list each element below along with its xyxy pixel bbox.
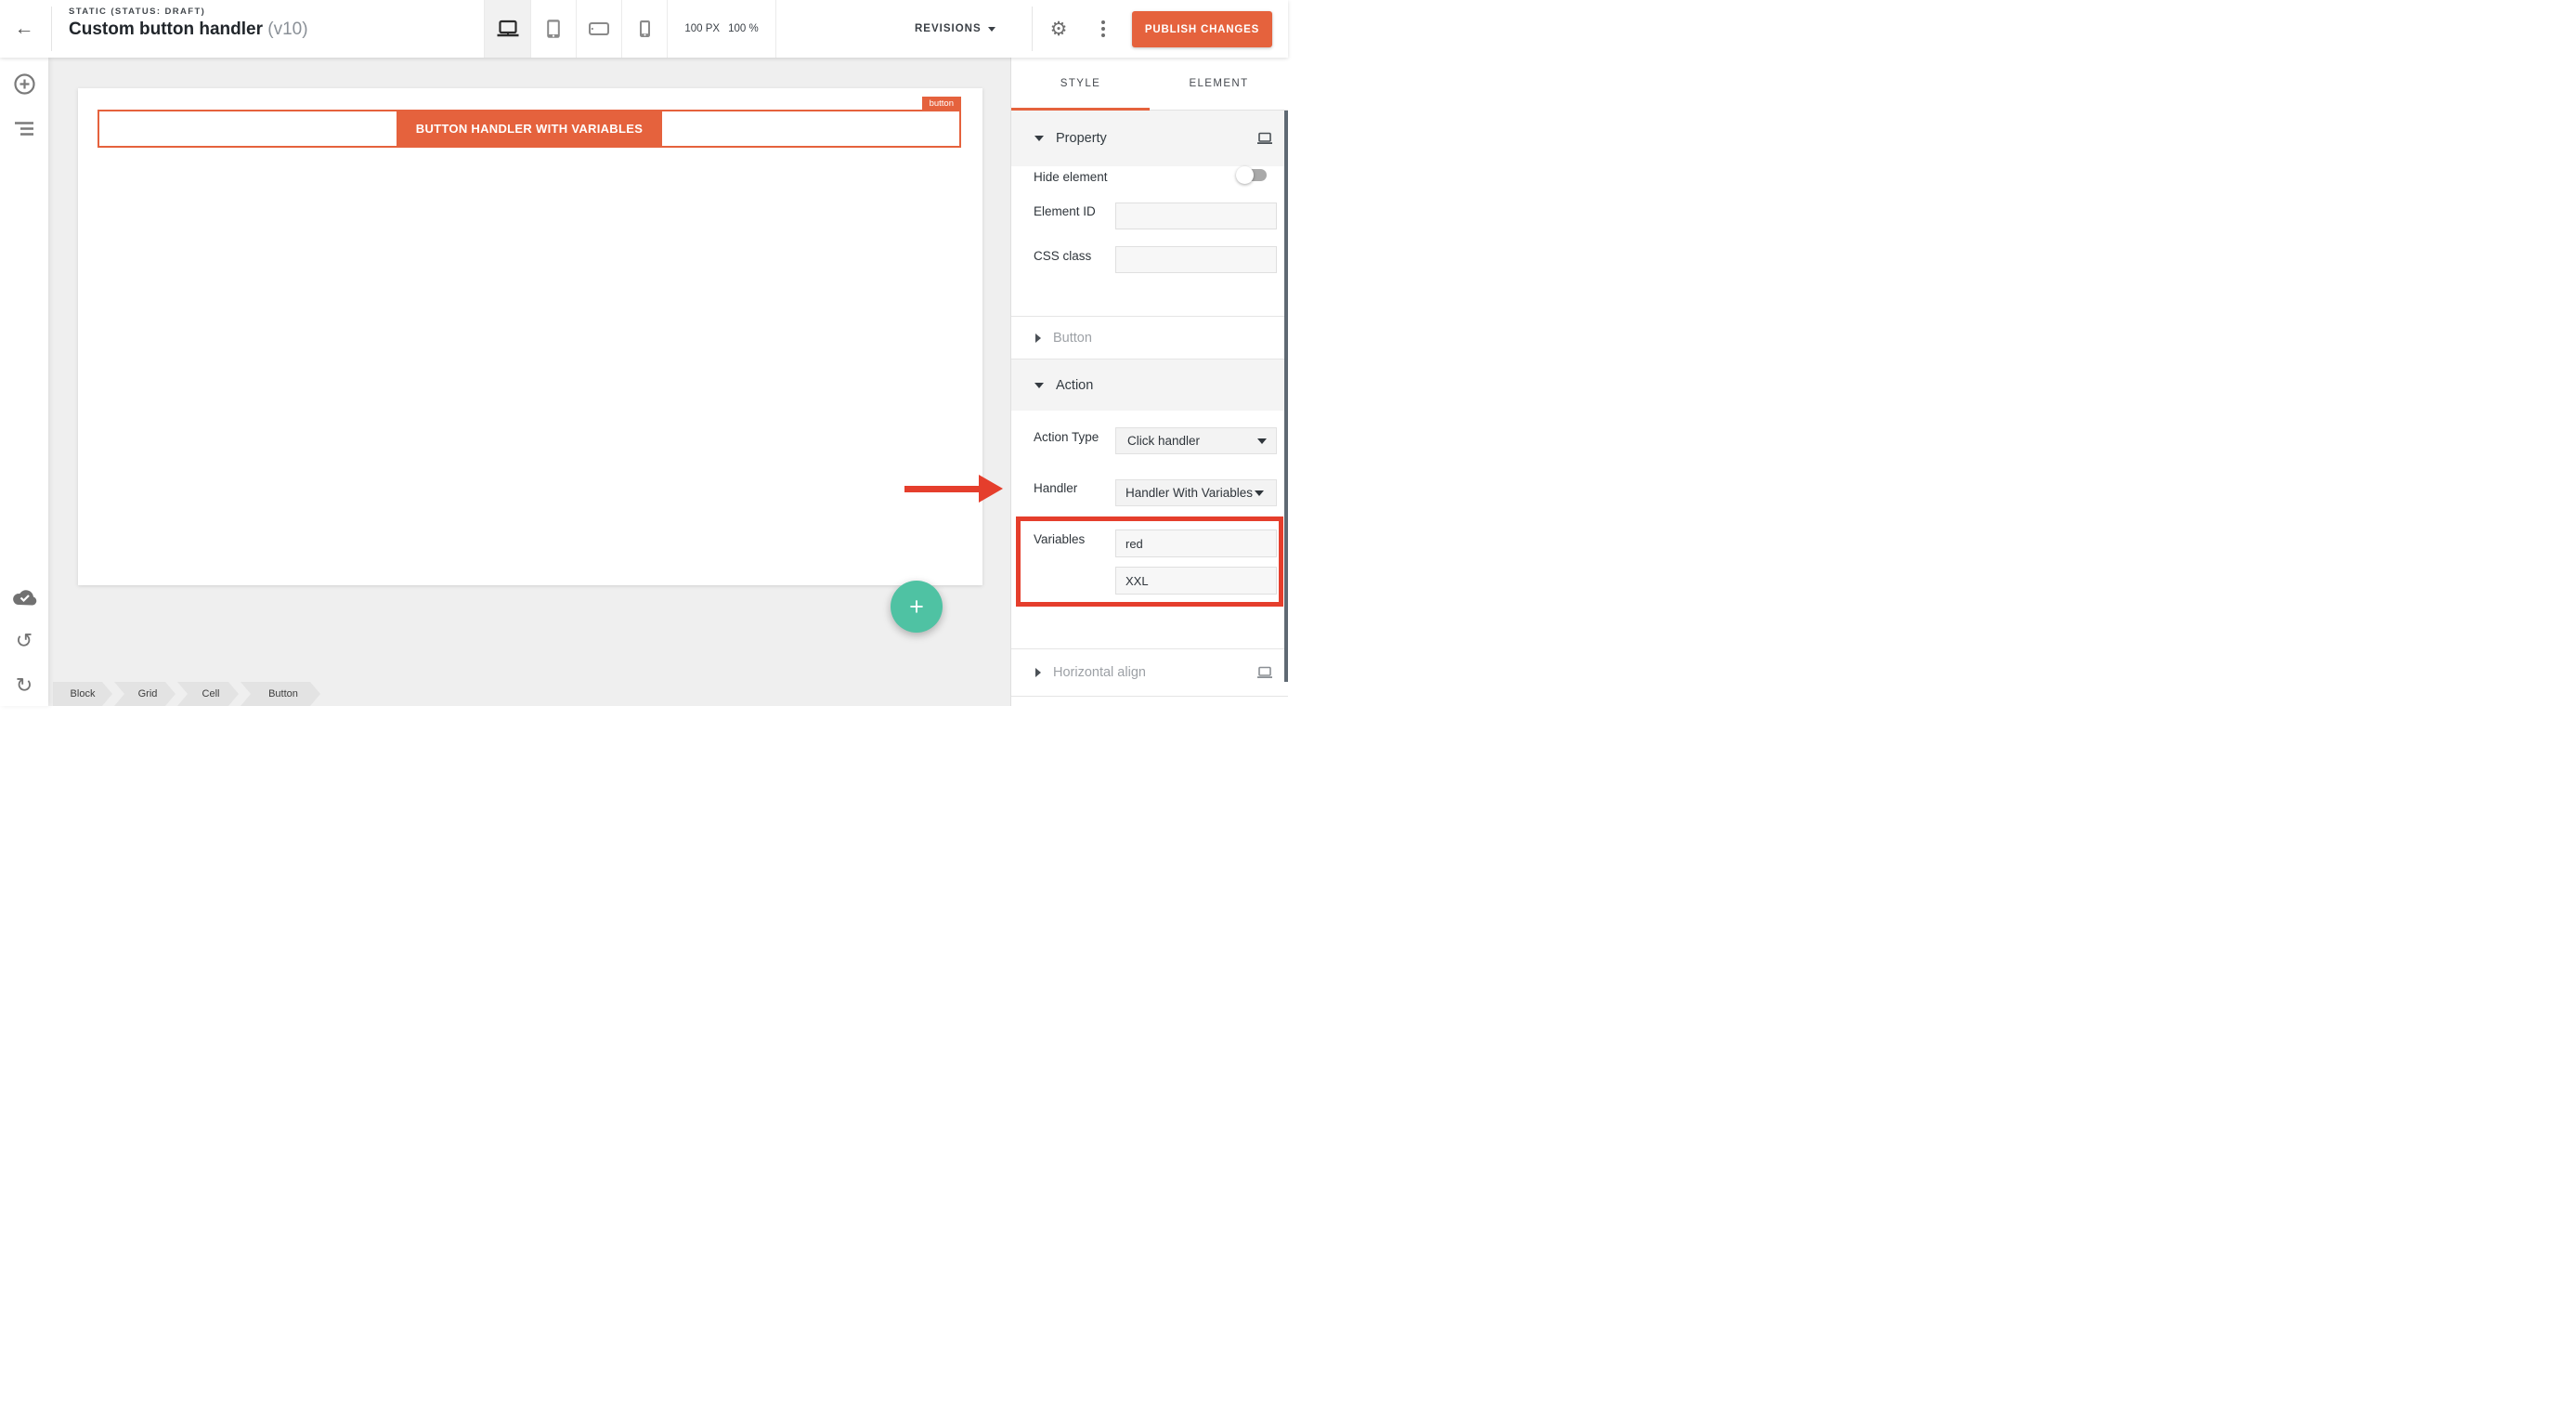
tab-style[interactable]: STYLE	[1011, 58, 1150, 110]
zoom-percent-value: 100 %	[728, 23, 759, 34]
chevron-down-icon	[1255, 490, 1264, 496]
section-horizontal-align-title: Horizontal align	[1053, 665, 1146, 680]
action-type-value: Click handler	[1127, 434, 1200, 448]
zoom-px-value: 100 PX	[684, 23, 720, 34]
section-horizontal-align-header[interactable]: Horizontal align	[1011, 648, 1288, 697]
element-id-input[interactable]	[1115, 203, 1277, 229]
chevron-right-icon	[1035, 333, 1041, 343]
hide-element-toggle[interactable]	[1238, 169, 1267, 181]
page-status: STATIC (STATUS: DRAFT)	[69, 7, 308, 17]
breadcrumb-item-button[interactable]: Button	[241, 682, 320, 706]
action-type-label: Action Type	[1034, 430, 1099, 444]
plus-circle-icon	[14, 73, 35, 95]
section-action-header[interactable]: Action	[1011, 360, 1288, 411]
breadcrumb-item-grid[interactable]: Grid	[114, 682, 176, 706]
preview-button-element[interactable]: BUTTON HANDLER WITH VARIABLES	[397, 111, 662, 146]
more-options-button[interactable]	[1097, 18, 1110, 40]
editor-canvas: button BUTTON HANDLER WITH VARIABLES + B…	[48, 58, 1010, 706]
style-panel: STYLE ELEMENT Property Hide element Elem…	[1010, 58, 1288, 706]
handler-label: Handler	[1034, 481, 1077, 495]
laptop-icon	[496, 20, 520, 38]
publish-changes-button[interactable]: PUBLISH CHANGES	[1132, 11, 1272, 47]
device-desktop-button[interactable]	[484, 0, 530, 58]
chevron-right-icon	[1035, 668, 1041, 677]
layers-icon	[14, 121, 34, 137]
arrow-left-icon: ←	[15, 18, 34, 40]
redo-button[interactable]: ↻	[0, 671, 48, 700]
section-property-title: Property	[1056, 131, 1107, 146]
chevron-down-icon	[1034, 136, 1044, 141]
selected-element-outline[interactable]: button BUTTON HANDLER WITH VARIABLES	[98, 110, 961, 148]
toolbar-divider	[1032, 7, 1033, 51]
annotation-arrow	[904, 475, 1003, 503]
chevron-down-icon	[1034, 383, 1044, 388]
zoom-indicator: 100 PX 100 %	[667, 0, 776, 58]
device-tablet-button[interactable]	[530, 0, 576, 58]
css-class-label: CSS class	[1034, 249, 1091, 263]
breadcrumb-item-block[interactable]: Block	[53, 682, 112, 706]
add-element-button[interactable]	[0, 69, 48, 98]
chevron-down-icon	[1257, 438, 1267, 444]
panel-scrollbar[interactable]	[1284, 111, 1288, 682]
section-action-title: Action	[1056, 378, 1093, 393]
kebab-menu-icon	[1101, 20, 1105, 24]
element-id-label: Element ID	[1034, 204, 1096, 218]
back-button[interactable]: ←	[9, 15, 39, 43]
redo-icon: ↻	[16, 675, 33, 696]
laptop-icon	[1256, 133, 1273, 145]
undo-button[interactable]: ↺	[0, 626, 48, 656]
revisions-dropdown[interactable]: REVISIONS	[915, 0, 995, 58]
element-tag-badge: button	[922, 97, 961, 112]
page-title: Custom button handler (v10)	[69, 20, 308, 40]
phone-icon	[639, 20, 651, 38]
settings-button[interactable]: ⚙	[1046, 16, 1072, 42]
breadcrumb-item-cell[interactable]: Cell	[177, 682, 239, 706]
page-version: (v10)	[267, 20, 307, 39]
layers-button[interactable]	[0, 113, 48, 143]
section-property-header[interactable]: Property	[1011, 111, 1288, 166]
save-status-indicator	[0, 582, 48, 611]
handler-value: Handler With Variables	[1125, 486, 1253, 500]
cloud-check-icon	[12, 588, 37, 606]
document-title-block: STATIC (STATUS: DRAFT) Custom button han…	[69, 7, 308, 40]
phone-landscape-icon	[589, 22, 609, 35]
panel-tabs: STYLE ELEMENT	[1011, 58, 1288, 111]
top-toolbar: ← STATIC (STATUS: DRAFT) Custom button h…	[0, 0, 1288, 58]
hide-element-label: Hide element	[1034, 170, 1108, 184]
device-phone-button[interactable]	[621, 0, 667, 58]
chevron-down-icon	[988, 27, 995, 32]
breadcrumb: Block Grid Cell Button	[53, 682, 320, 706]
variables-annotation-box	[1016, 516, 1283, 607]
left-sidebar: ↺ ↻	[0, 58, 48, 706]
revisions-label: REVISIONS	[915, 23, 982, 34]
action-type-select[interactable]: Click handler	[1115, 427, 1277, 454]
device-preview-toolbar: 100 PX 100 %	[484, 0, 776, 58]
laptop-icon	[1256, 667, 1273, 679]
toolbar-divider	[51, 7, 52, 51]
red-arrow-icon	[904, 486, 980, 492]
section-button-title: Button	[1053, 331, 1092, 346]
device-phone-landscape-button[interactable]	[576, 0, 621, 58]
tablet-icon	[546, 19, 561, 39]
gear-icon: ⚙	[1050, 18, 1068, 41]
undo-icon: ↺	[16, 631, 33, 651]
fab-add-button[interactable]: +	[891, 581, 943, 633]
toggle-knob	[1236, 166, 1254, 184]
handler-select[interactable]: Handler With Variables	[1115, 479, 1277, 506]
plus-icon: +	[909, 593, 924, 621]
css-class-input[interactable]	[1115, 246, 1277, 273]
tab-element[interactable]: ELEMENT	[1150, 58, 1288, 110]
section-button-header[interactable]: Button	[1011, 316, 1288, 360]
page-preview: button BUTTON HANDLER WITH VARIABLES	[78, 88, 982, 585]
